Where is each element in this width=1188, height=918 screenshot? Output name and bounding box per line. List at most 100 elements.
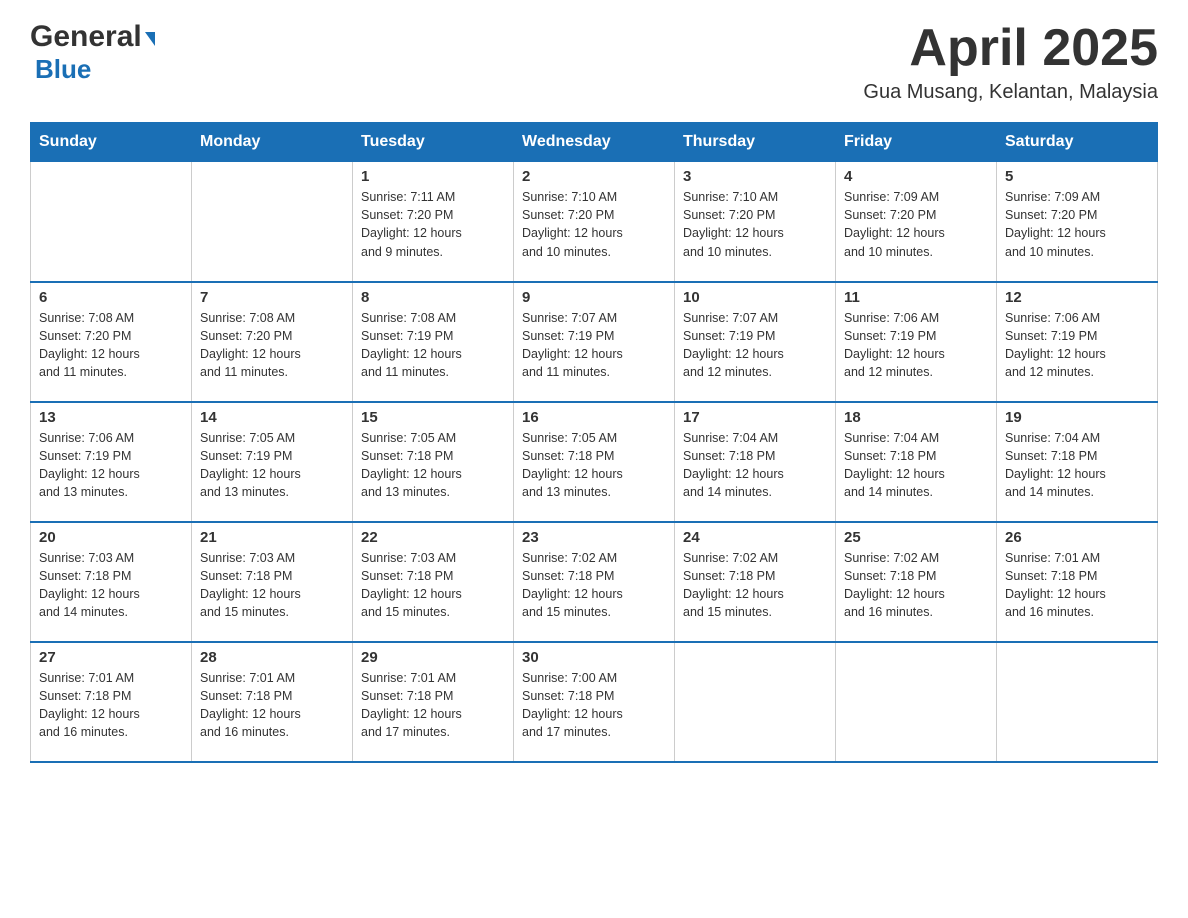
calendar-cell: 4 Sunrise: 7:09 AM Sunset: 7:20 PM Daylig… [836, 162, 997, 282]
day-info: Sunrise: 7:01 AM Sunset: 7:18 PM Dayligh… [1005, 549, 1149, 622]
calendar-cell: 10 Sunrise: 7:07 AM Sunset: 7:19 PM Dayli… [675, 282, 836, 402]
calendar-table: SundayMondayTuesdayWednesdayThursdayFrid… [30, 122, 1158, 763]
day-info: Sunrise: 7:04 AM Sunset: 7:18 PM Dayligh… [1005, 429, 1149, 502]
day-number: 14 [200, 409, 344, 426]
day-number: 21 [200, 529, 344, 546]
day-number: 26 [1005, 529, 1149, 546]
day-info: Sunrise: 7:07 AM Sunset: 7:19 PM Dayligh… [683, 309, 827, 382]
calendar-cell: 18 Sunrise: 7:04 AM Sunset: 7:18 PM Dayli… [836, 402, 997, 522]
day-number: 8 [361, 289, 505, 306]
day-info: Sunrise: 7:08 AM Sunset: 7:19 PM Dayligh… [361, 309, 505, 382]
weekday-header-monday: Monday [192, 123, 353, 162]
calendar-week-row: 1 Sunrise: 7:11 AM Sunset: 7:20 PM Daylig… [31, 162, 1158, 282]
day-number: 7 [200, 289, 344, 306]
day-number: 11 [844, 289, 988, 306]
day-info: Sunrise: 7:08 AM Sunset: 7:20 PM Dayligh… [39, 309, 183, 382]
calendar-cell: 30 Sunrise: 7:00 AM Sunset: 7:18 PM Dayli… [514, 642, 675, 762]
day-info: Sunrise: 7:04 AM Sunset: 7:18 PM Dayligh… [844, 429, 988, 502]
day-info: Sunrise: 7:06 AM Sunset: 7:19 PM Dayligh… [1005, 309, 1149, 382]
day-number: 28 [200, 649, 344, 666]
calendar-cell: 22 Sunrise: 7:03 AM Sunset: 7:18 PM Dayli… [353, 522, 514, 642]
day-number: 2 [522, 168, 666, 185]
calendar-cell: 24Sunrise: 7:02 AM Sunset: 7:18 PM Dayli… [675, 522, 836, 642]
location-title: Gua Musang, Kelantan, Malaysia [863, 81, 1158, 104]
weekday-header-thursday: Thursday [675, 123, 836, 162]
calendar-cell: 17Sunrise: 7:04 AM Sunset: 7:18 PM Dayli… [675, 402, 836, 522]
day-number: 1 [361, 168, 505, 185]
day-info: Sunrise: 7:10 AM Sunset: 7:20 PM Dayligh… [522, 188, 666, 261]
day-info: Sunrise: 7:01 AM Sunset: 7:18 PM Dayligh… [200, 669, 344, 742]
day-info: Sunrise: 7:06 AM Sunset: 7:19 PM Dayligh… [844, 309, 988, 382]
calendar-cell [675, 642, 836, 762]
weekday-header-wednesday: Wednesday [514, 123, 675, 162]
calendar-cell: 14 Sunrise: 7:05 AM Sunset: 7:19 PM Dayli… [192, 402, 353, 522]
calendar-cell: 8 Sunrise: 7:08 AM Sunset: 7:19 PM Daylig… [353, 282, 514, 402]
day-number: 27 [39, 649, 183, 666]
day-info: Sunrise: 7:05 AM Sunset: 7:18 PM Dayligh… [522, 429, 666, 502]
day-number: 6 [39, 289, 183, 306]
calendar-cell: 7Sunrise: 7:08 AM Sunset: 7:20 PM Daylig… [192, 282, 353, 402]
day-info: Sunrise: 7:05 AM Sunset: 7:18 PM Dayligh… [361, 429, 505, 502]
day-info: Sunrise: 7:05 AM Sunset: 7:19 PM Dayligh… [200, 429, 344, 502]
calendar-cell: 25 Sunrise: 7:02 AM Sunset: 7:18 PM Dayli… [836, 522, 997, 642]
calendar-cell [836, 642, 997, 762]
day-number: 25 [844, 529, 988, 546]
day-info: Sunrise: 7:07 AM Sunset: 7:19 PM Dayligh… [522, 309, 666, 382]
day-info: Sunrise: 7:03 AM Sunset: 7:18 PM Dayligh… [200, 549, 344, 622]
day-number: 12 [1005, 289, 1149, 306]
calendar-cell: 6 Sunrise: 7:08 AM Sunset: 7:20 PM Daylig… [31, 282, 192, 402]
day-number: 20 [39, 529, 183, 546]
weekday-header-tuesday: Tuesday [353, 123, 514, 162]
logo: General Blue [30, 20, 155, 85]
day-number: 13 [39, 409, 183, 426]
title-area: April 2025 Gua Musang, Kelantan, Malaysi… [863, 20, 1158, 104]
day-info: Sunrise: 7:09 AM Sunset: 7:20 PM Dayligh… [1005, 188, 1149, 261]
calendar-cell: 13 Sunrise: 7:06 AM Sunset: 7:19 PM Dayli… [31, 402, 192, 522]
calendar-cell: 2 Sunrise: 7:10 AM Sunset: 7:20 PM Daylig… [514, 162, 675, 282]
calendar-cell: 27 Sunrise: 7:01 AM Sunset: 7:18 PM Dayli… [31, 642, 192, 762]
day-info: Sunrise: 7:02 AM Sunset: 7:18 PM Dayligh… [522, 549, 666, 622]
day-number: 3 [683, 168, 827, 185]
day-number: 10 [683, 289, 827, 306]
day-number: 15 [361, 409, 505, 426]
day-info: Sunrise: 7:01 AM Sunset: 7:18 PM Dayligh… [39, 669, 183, 742]
calendar-cell: 29Sunrise: 7:01 AM Sunset: 7:18 PM Dayli… [353, 642, 514, 762]
calendar-cell: 16 Sunrise: 7:05 AM Sunset: 7:18 PM Dayli… [514, 402, 675, 522]
day-number: 4 [844, 168, 988, 185]
day-info: Sunrise: 7:06 AM Sunset: 7:19 PM Dayligh… [39, 429, 183, 502]
day-number: 18 [844, 409, 988, 426]
day-info: Sunrise: 7:01 AM Sunset: 7:18 PM Dayligh… [361, 669, 505, 742]
day-info: Sunrise: 7:02 AM Sunset: 7:18 PM Dayligh… [844, 549, 988, 622]
day-number: 19 [1005, 409, 1149, 426]
logo-arrow-icon [145, 32, 155, 46]
month-title: April 2025 [863, 20, 1158, 77]
calendar-cell [192, 162, 353, 282]
calendar-cell: 1 Sunrise: 7:11 AM Sunset: 7:20 PM Daylig… [353, 162, 514, 282]
calendar-cell [31, 162, 192, 282]
day-number: 24 [683, 529, 827, 546]
calendar-cell: 19 Sunrise: 7:04 AM Sunset: 7:18 PM Dayli… [997, 402, 1158, 522]
day-info: Sunrise: 7:11 AM Sunset: 7:20 PM Dayligh… [361, 188, 505, 261]
weekday-header-friday: Friday [836, 123, 997, 162]
calendar-cell: 5 Sunrise: 7:09 AM Sunset: 7:20 PM Daylig… [997, 162, 1158, 282]
day-number: 23 [522, 529, 666, 546]
calendar-cell: 15 Sunrise: 7:05 AM Sunset: 7:18 PM Dayli… [353, 402, 514, 522]
calendar-cell [997, 642, 1158, 762]
calendar-week-row: 20 Sunrise: 7:03 AM Sunset: 7:18 PM Dayli… [31, 522, 1158, 642]
calendar-week-row: 27 Sunrise: 7:01 AM Sunset: 7:18 PM Dayli… [31, 642, 1158, 762]
header: General Blue April 2025 Gua Musang, Kela… [30, 20, 1158, 104]
day-number: 16 [522, 409, 666, 426]
calendar-cell: 26 Sunrise: 7:01 AM Sunset: 7:18 PM Dayli… [997, 522, 1158, 642]
calendar-cell: 11 Sunrise: 7:06 AM Sunset: 7:19 PM Dayli… [836, 282, 997, 402]
day-info: Sunrise: 7:09 AM Sunset: 7:20 PM Dayligh… [844, 188, 988, 261]
day-number: 22 [361, 529, 505, 546]
calendar-cell: 12 Sunrise: 7:06 AM Sunset: 7:19 PM Dayli… [997, 282, 1158, 402]
day-info: Sunrise: 7:00 AM Sunset: 7:18 PM Dayligh… [522, 669, 666, 742]
day-info: Sunrise: 7:03 AM Sunset: 7:18 PM Dayligh… [361, 549, 505, 622]
day-number: 9 [522, 289, 666, 306]
day-number: 17 [683, 409, 827, 426]
day-number: 5 [1005, 168, 1149, 185]
day-number: 30 [522, 649, 666, 666]
logo-general: General [30, 20, 142, 54]
calendar-cell: 28 Sunrise: 7:01 AM Sunset: 7:18 PM Dayli… [192, 642, 353, 762]
